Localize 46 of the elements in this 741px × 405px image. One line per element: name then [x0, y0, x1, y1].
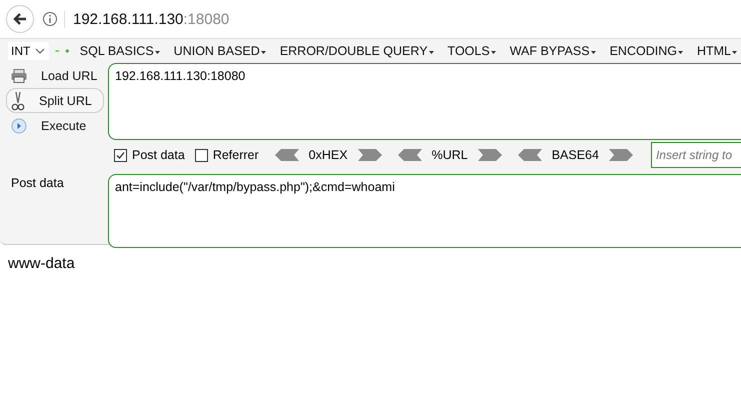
right-chevron-icon[interactable] — [358, 149, 382, 161]
action-button[interactable]: Split URL — [6, 88, 104, 113]
menu-button[interactable]: UNION BASED — [170, 44, 270, 58]
menu-button[interactable]: WAF BYPASS — [506, 44, 600, 58]
dropdown-arrow-icon — [490, 51, 496, 54]
type-dropdown[interactable]: INT — [8, 42, 49, 60]
menu-button[interactable]: TOOLS — [444, 44, 500, 58]
post-data-label: Post data — [11, 176, 65, 190]
dropdown-arrow-icon — [590, 51, 596, 54]
left-chevron-icon[interactable] — [518, 149, 542, 161]
output-text: www-data — [8, 255, 75, 272]
printer-icon — [11, 68, 27, 82]
menu-button[interactable]: ENCODING — [606, 44, 687, 58]
right-chevron-icon[interactable] — [478, 149, 502, 161]
chevron-icon — [34, 48, 45, 54]
dropdown-arrow-icon — [678, 51, 683, 54]
back-button[interactable] — [6, 5, 34, 33]
checkbox-label: Referrer — [212, 148, 259, 162]
dropdown-arrow-icon — [428, 51, 434, 54]
checkbox[interactable]: Post data — [114, 148, 185, 162]
dropdown-arrow-icon — [260, 51, 266, 54]
encoder-label: %URL — [432, 148, 468, 162]
action-button[interactable]: Execute — [6, 113, 104, 138]
dropdown-arrow-icon — [154, 51, 160, 54]
checkmark-icon — [115, 150, 126, 160]
address-field[interactable]: 192.168.111.130:18080 — [64, 10, 230, 28]
left-chevron-icon[interactable] — [274, 149, 299, 161]
scissors-icon — [11, 90, 25, 110]
encoder-label: BASE64 — [552, 148, 599, 162]
menu-button[interactable]: HTML — [692, 44, 741, 58]
info-icon[interactable] — [42, 11, 58, 27]
checkbox-label: Post data — [132, 148, 185, 162]
dropdown-arrow-icon — [732, 51, 737, 54]
back-arrow-icon — [12, 11, 28, 27]
plus-icon[interactable] — [65, 46, 70, 56]
left-chevron-icon[interactable] — [398, 149, 422, 161]
post-data-field[interactable]: ant=include("/var/tmp/bypass.php");&cmd=whoami — [108, 174, 741, 248]
play-icon — [11, 118, 27, 134]
menu-button[interactable]: ERROR/DOUBLE QUERY — [276, 44, 438, 58]
checkbox[interactable]: Referrer — [194, 148, 259, 162]
menu-button[interactable]: SQL BASICS — [76, 44, 164, 58]
url-field[interactable]: 192.168.111.130:18080 — [108, 63, 741, 140]
right-chevron-icon[interactable] — [608, 149, 633, 161]
insert-field[interactable]: Insert string to — [650, 142, 741, 168]
action-button[interactable]: Load URL — [6, 63, 104, 88]
encoder-label: 0xHEX — [308, 148, 348, 162]
